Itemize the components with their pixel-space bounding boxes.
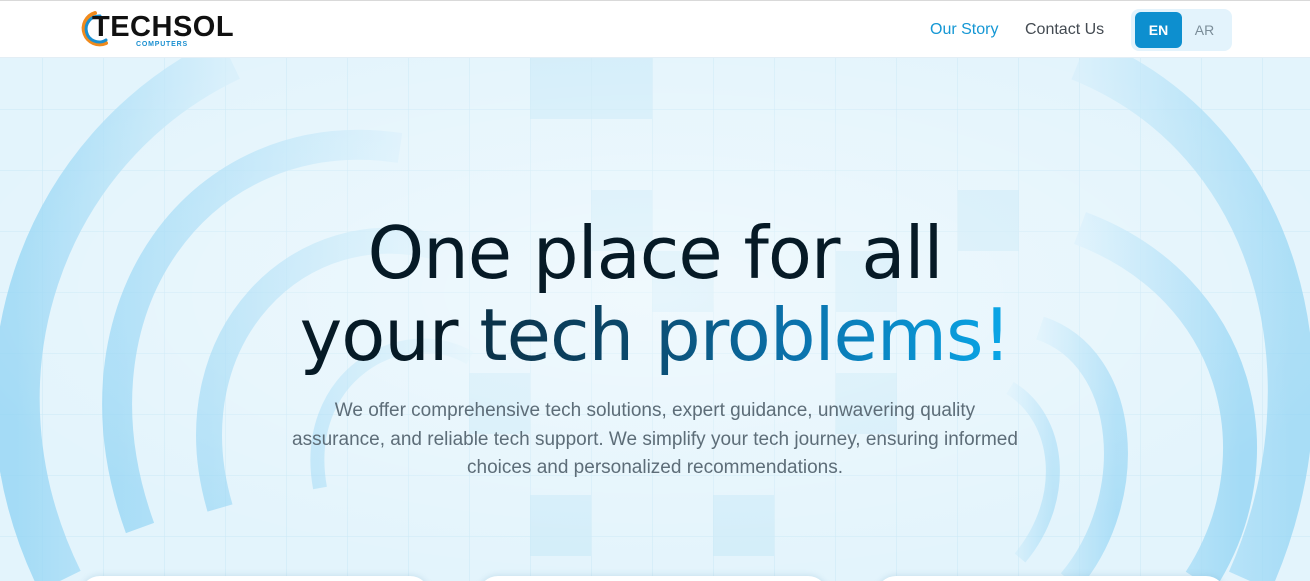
hero-title-highlight: tech problems! — [479, 293, 1011, 377]
nav-our-story-link[interactable]: Our Story — [930, 20, 998, 40]
brand-name: TECHSOL — [92, 11, 235, 43]
hero-title-line2-plain: your — [299, 293, 480, 377]
feature-card[interactable] — [876, 576, 1226, 581]
lang-ar-button[interactable]: AR — [1181, 12, 1228, 48]
lang-en-button[interactable]: EN — [1135, 12, 1182, 48]
brand-tagline: COMPUTERS — [136, 41, 188, 48]
feature-card[interactable] — [80, 576, 430, 581]
nav-contact-us-link[interactable]: Contact Us — [1025, 20, 1104, 40]
hero-title: One place for all your tech problems! — [0, 212, 1310, 376]
hero-description: We offer comprehensive tech solutions, e… — [292, 400, 1018, 478]
brand-logo[interactable]: TECHSOL COMPUTERS — [76, 7, 241, 53]
site-header: TECHSOL COMPUTERS Our Story Contact Us E… — [0, 0, 1310, 58]
language-switcher: EN AR — [1131, 9, 1232, 51]
hero-title-line1: One place for all — [367, 211, 943, 295]
hero-section: One place for all your tech problems! We… — [0, 58, 1310, 581]
feature-card[interactable] — [478, 576, 828, 581]
